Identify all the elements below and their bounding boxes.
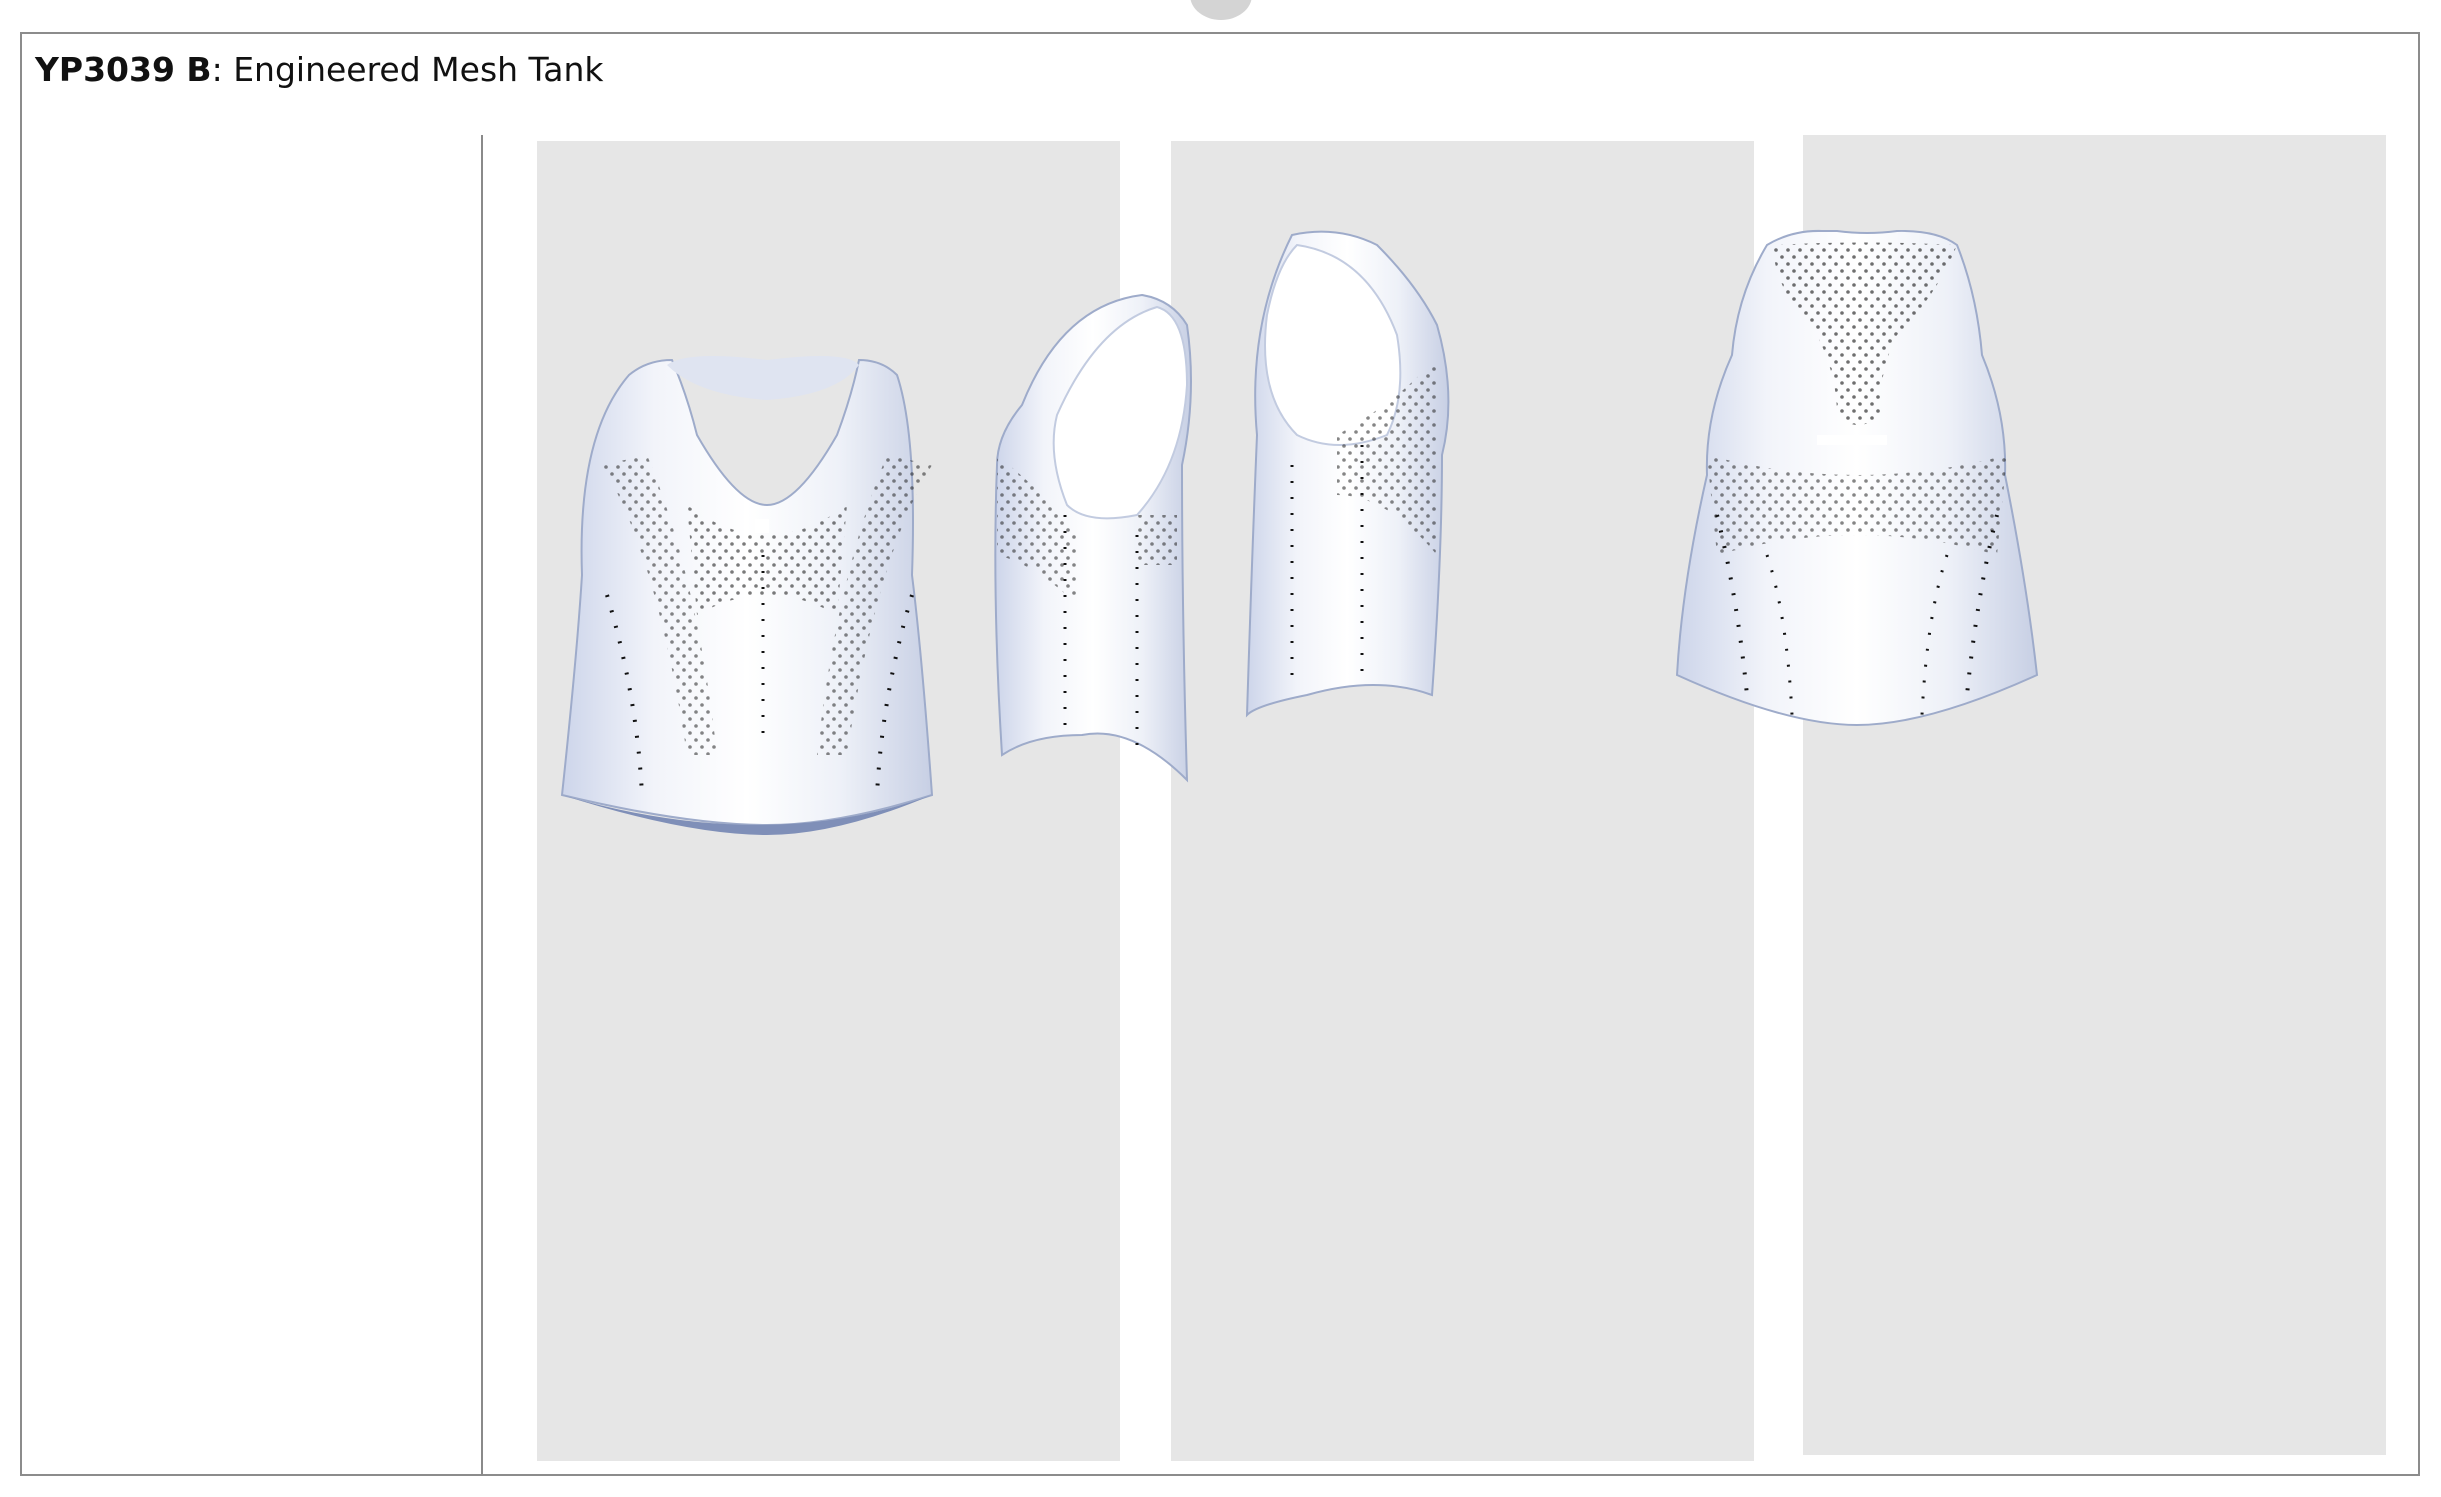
sidebar-divider [481,135,483,1476]
page-title: YP3039 B: Engineered Mesh Tank [35,50,604,89]
tank-back-view [1675,229,2039,727]
title-separator: : [211,50,223,89]
tank-front-view [560,356,934,835]
tank-side-view-left [994,293,1192,783]
page-scroll-handle[interactable] [1190,0,1252,20]
garment-illustrations [560,229,2039,835]
style-code: YP3039 B [35,50,212,89]
tank-side-view-right [1245,230,1450,718]
style-name: Engineered Mesh Tank [222,50,604,89]
